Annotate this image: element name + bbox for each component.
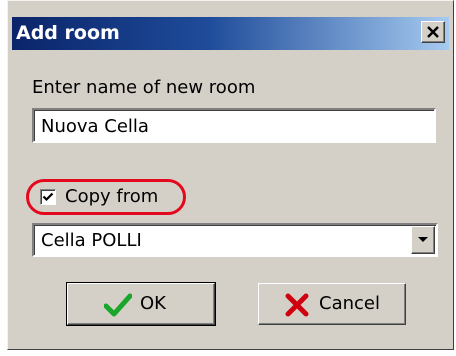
ok-label: OK (140, 293, 166, 314)
close-icon (427, 26, 439, 38)
room-name-label: Enter name of new room (32, 77, 256, 98)
dialog-title: Add room (16, 22, 120, 44)
room-name-input[interactable]: Nuova Cella (32, 108, 436, 143)
add-room-dialog: Add room Enter name of new room Nuova Ce… (7, 0, 454, 350)
x-icon (285, 293, 309, 317)
copy-from-label[interactable]: Copy from (65, 186, 158, 207)
close-button[interactable] (421, 21, 445, 43)
copy-source-value: Cella POLLI (41, 230, 142, 251)
chevron-down-icon (418, 237, 428, 242)
ok-button[interactable]: OK (66, 282, 216, 326)
cancel-button[interactable]: Cancel (258, 283, 406, 325)
cancel-label: Cancel (319, 293, 380, 314)
checkmark-icon (104, 293, 132, 317)
copy-source-select[interactable]: Cella POLLI (32, 223, 438, 257)
copy-from-highlight: Copy from (26, 179, 186, 215)
copy-from-checkbox[interactable] (40, 189, 56, 205)
checkmark-icon (42, 192, 54, 202)
title-bar[interactable]: Add room (12, 17, 449, 50)
dropdown-button[interactable] (411, 226, 435, 254)
